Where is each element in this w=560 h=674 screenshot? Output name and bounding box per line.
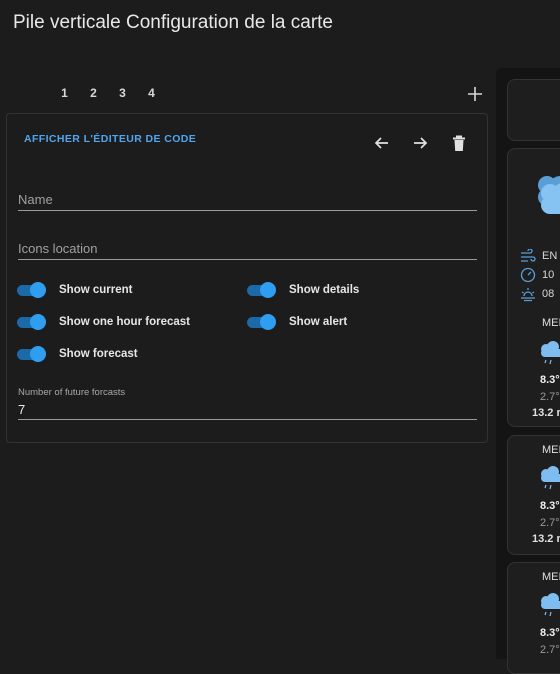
wind-value: EN [542, 250, 558, 262]
forecast-rain: 13.2 r [532, 407, 560, 419]
weather-card-forecast-2: MEI 8.3° 2.7° 13.2 r [507, 435, 560, 555]
toggle-switch[interactable] [17, 344, 47, 364]
show-one-hour-forecast-toggle[interactable]: Show one hour forecast [17, 312, 190, 332]
move-left-button[interactable] [373, 134, 391, 152]
wind-row: EN [520, 249, 557, 263]
forecast-day: MEI [542, 444, 560, 456]
arrow-right-icon [414, 137, 428, 149]
show-forecast-label: Show forecast [59, 348, 138, 360]
weather-card-current: EN 10 08 MEI 8.3° 2.7° 13.2 r [507, 148, 560, 427]
future-forecasts-label: Number of future forcasts [18, 387, 126, 398]
gauge-icon [520, 267, 536, 283]
card-editor-panel: AFFICHER L'ÉDITEUR DE CODE Name Icons lo… [6, 113, 488, 443]
forecast-temp-high: 8.3° [540, 500, 560, 512]
toggle-switch[interactable] [247, 312, 277, 332]
rain-cloud-icon [541, 593, 560, 617]
pressure-value: 10 [542, 269, 555, 281]
trash-icon [453, 135, 465, 151]
show-forecast-toggle[interactable]: Show forecast [17, 344, 138, 364]
tab-3[interactable]: 3 [108, 86, 137, 100]
icons-location-field-label: Icons location [18, 241, 98, 256]
delete-card-button[interactable] [450, 134, 468, 152]
forecast-day: MEI [542, 317, 560, 329]
cloud-icon [538, 176, 560, 214]
weather-card-forecast-3: MEI 8.3° 2.7° [507, 562, 560, 674]
name-field-label: Name [18, 192, 53, 207]
forecast-temp-low: 2.7° [540, 391, 560, 403]
move-right-button[interactable] [411, 134, 429, 152]
card-preview: EN 10 08 MEI 8.3° 2.7° 13.2 r MEI 8.3° 2… [496, 68, 560, 674]
sunrise-value: 08 [542, 288, 555, 300]
toggle-switch[interactable] [17, 280, 47, 300]
preview-card-top [507, 79, 560, 141]
show-details-label: Show details [289, 284, 360, 296]
page-title: Pile verticale Configuration de la carte [13, 12, 334, 33]
tab-4[interactable]: 4 [137, 86, 166, 100]
show-code-editor-button[interactable]: AFFICHER L'ÉDITEUR DE CODE [24, 133, 196, 145]
arrow-left-icon [374, 137, 388, 149]
forecast-temp-high: 8.3° [540, 374, 560, 386]
pressure-row: 10 [520, 267, 554, 283]
show-current-label: Show current [59, 284, 133, 296]
wind-icon [521, 249, 536, 262]
rain-cloud-icon [541, 466, 560, 490]
forecast-day: MEI [542, 571, 560, 583]
forecast-rain: 13.2 r [532, 533, 560, 545]
show-alert-toggle[interactable]: Show alert [247, 312, 347, 332]
future-forecasts-input[interactable]: 7 [18, 402, 477, 420]
show-one-hour-forecast-label: Show one hour forecast [59, 316, 190, 328]
rain-cloud-icon [541, 341, 560, 365]
sunrise-row: 08 [520, 286, 554, 302]
icons-location-field[interactable]: Icons location [18, 235, 477, 260]
card-tabs: 1 2 3 4 [50, 86, 166, 100]
tab-2[interactable]: 2 [79, 86, 108, 100]
tab-1[interactable]: 1 [50, 86, 79, 100]
plus-icon [468, 87, 482, 101]
name-field[interactable]: Name [18, 186, 477, 211]
forecast-temp-high: 8.3° [540, 627, 560, 639]
show-current-toggle[interactable]: Show current [17, 280, 132, 300]
sunrise-icon [521, 288, 535, 302]
add-card-button[interactable] [465, 84, 485, 104]
toggle-switch[interactable] [247, 280, 277, 300]
toggle-switch[interactable] [17, 312, 47, 332]
show-details-toggle[interactable]: Show details [247, 280, 359, 300]
forecast-temp-low: 2.7° [540, 644, 560, 656]
show-alert-label: Show alert [289, 316, 348, 328]
forecast-temp-low: 2.7° [540, 517, 560, 529]
